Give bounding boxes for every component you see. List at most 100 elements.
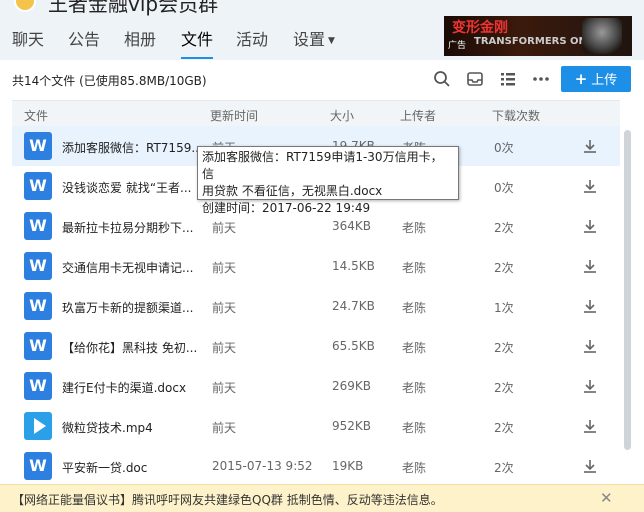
file-downloads: 2次 [494, 221, 514, 235]
file-downloads: 2次 [494, 381, 514, 395]
file-list-scrollbar[interactable] [622, 126, 632, 488]
group-avatar[interactable] [14, 0, 36, 12]
col-uploader[interactable]: 上传者 [400, 107, 436, 124]
file-downloads: 0次 [494, 141, 514, 155]
file-downloads: 2次 [494, 341, 514, 355]
file-size: 19KB [332, 459, 364, 473]
scrollbar-thumb[interactable] [624, 130, 631, 450]
table-row[interactable]: W 建行E付卡的渠道.docx 前天 269KB 老陈 2次 [12, 366, 620, 406]
file-updated: 前天 [212, 381, 237, 395]
video-file-icon [24, 412, 52, 440]
file-updated: 前天 [212, 341, 237, 355]
download-icon[interactable] [582, 338, 598, 354]
list-view-icon[interactable] [497, 68, 519, 90]
file-name[interactable]: 最新拉卡拉易分期秒下... [62, 219, 202, 236]
notice-text[interactable]: 【网络正能量倡议书】腾讯呼吁网友共建绿色QQ群 抵制色情、反动等违法信息。 [12, 491, 443, 508]
table-row[interactable]: W 平安新一贷.doc 2015-07-13 9:52 19KB 老陈 2次 [12, 446, 620, 486]
file-updated: 2015-07-13 9:52 [212, 459, 313, 473]
file-updated: 前天 [212, 301, 237, 315]
file-uploader[interactable]: 老陈 [402, 339, 492, 356]
col-file[interactable]: 文件 [24, 107, 48, 124]
tooltip-created: 创建时间：2017-06-22 19:49 [202, 201, 371, 215]
robot-image [582, 18, 622, 54]
word-file-icon: W [24, 172, 52, 200]
tab-album[interactable]: 相册 [124, 26, 156, 50]
word-file-icon: W [24, 132, 52, 160]
more-icon[interactable] [530, 68, 552, 90]
search-icon[interactable] [431, 68, 453, 90]
file-size: 65.5KB [332, 339, 375, 353]
tab-files[interactable]: 文件 [181, 26, 214, 59]
file-updated: 前天 [212, 221, 237, 235]
file-downloads: 2次 [494, 421, 514, 435]
word-file-icon: W [24, 372, 52, 400]
word-file-icon: W [24, 292, 52, 320]
file-downloads: 2次 [494, 261, 514, 275]
tab-chat[interactable]: 聊天 [12, 26, 44, 50]
group-title-bar: 王者金融vip会员群 [0, 0, 440, 16]
col-size[interactable]: 大小 [330, 107, 354, 124]
notice-bar: 【网络正能量倡议书】腾讯呼吁网友共建绿色QQ群 抵制色情、反动等违法信息。 ✕ [0, 484, 644, 512]
file-uploader[interactable]: 老陈 [402, 219, 492, 236]
storage-summary: 共14个文件 (已使用85.8MB/10GB) [12, 74, 207, 88]
col-downloads[interactable]: 下载次数 [492, 107, 540, 124]
tab-activity[interactable]: 活动 [236, 26, 268, 50]
file-name[interactable]: 建行E付卡的渠道.docx [62, 379, 202, 396]
upload-label: 上传 [591, 73, 618, 88]
ad-badge: 广告 [448, 41, 467, 51]
plus-icon: + [574, 70, 588, 88]
file-name[interactable]: 添加客服微信：RT7159... [62, 139, 202, 156]
file-size: 14.5KB [332, 259, 375, 273]
file-name[interactable]: 【给你花】黑科技 免初... [62, 339, 202, 356]
file-downloads: 0次 [494, 181, 514, 195]
inbox-icon[interactable] [464, 68, 486, 90]
file-uploader[interactable]: 老陈 [402, 379, 492, 396]
caret-down-icon: ▼ [328, 35, 335, 46]
files-panel: 共14个文件 (已使用85.8MB/10GB) + 上传 文件 更新时间 大小 上… [0, 60, 644, 488]
file-size: 952KB [332, 419, 372, 433]
table-row[interactable]: 微粒贷技术.mp4 前天 952KB 老陈 2次 [12, 406, 620, 446]
file-uploader[interactable]: 老陈 [402, 259, 492, 276]
file-name[interactable]: 玖富万卡新的提额渠道... [62, 299, 202, 316]
download-icon[interactable] [582, 178, 598, 194]
tab-announcement[interactable]: 公告 [68, 26, 100, 50]
file-name[interactable]: 微粒贷技术.mp4 [62, 419, 202, 436]
file-size: 364KB [332, 219, 372, 233]
file-tooltip: 添加客服微信：RT7159申请1-30万信用卡，信 用贷款 不看征信，无视黑白.… [197, 146, 459, 215]
file-downloads: 1次 [494, 301, 514, 315]
word-file-icon: W [24, 332, 52, 360]
file-uploader[interactable]: 老陈 [402, 459, 492, 476]
download-icon[interactable] [582, 258, 598, 274]
col-updated[interactable]: 更新时间 [210, 107, 258, 124]
upload-button[interactable]: + 上传 [561, 66, 631, 92]
file-uploader[interactable]: 老陈 [402, 299, 492, 316]
word-file-icon: W [24, 212, 52, 240]
download-icon[interactable] [582, 218, 598, 234]
file-updated: 前天 [212, 261, 237, 275]
tooltip-line-2: 用贷款 不看征信，无视黑白.docx [202, 184, 383, 198]
download-icon[interactable] [582, 138, 598, 154]
tab-settings[interactable]: 设置 ▼ [293, 26, 335, 50]
download-icon[interactable] [582, 378, 598, 394]
file-size: 24.7KB [332, 299, 375, 313]
table-header: 文件 更新时间 大小 上传者 下载次数 [12, 100, 620, 126]
group-name: 王者金融vip会员群 [48, 0, 219, 16]
table-row[interactable]: W 【给你花】黑科技 免初... 前天 65.5KB 老陈 2次 [12, 326, 620, 366]
close-icon[interactable]: ✕ [600, 489, 613, 507]
download-icon[interactable] [582, 458, 598, 474]
file-name[interactable]: 平安新一贷.doc [62, 459, 202, 476]
file-uploader[interactable]: 老陈 [402, 419, 492, 436]
group-tabs: 聊天 公告 相册 文件 活动 设置 ▼ [0, 16, 440, 59]
table-row[interactable]: W 交通信用卡无视申请记... 前天 14.5KB 老陈 2次 [12, 246, 620, 286]
file-name[interactable]: 没钱谈恋爱 就找“王者... [62, 179, 202, 196]
file-name[interactable]: 交通信用卡无视申请记... [62, 259, 202, 276]
download-icon[interactable] [582, 298, 598, 314]
ad-title: 变形金刚 [452, 20, 508, 36]
tooltip-line-1: 添加客服微信：RT7159申请1-30万信用卡，信 [202, 150, 443, 181]
download-icon[interactable] [582, 418, 598, 434]
file-downloads: 2次 [494, 461, 514, 475]
ad-banner[interactable]: 变形金刚 广告 TRANSFORMERS ONLINE [444, 16, 632, 56]
tab-settings-label: 设置 [293, 30, 326, 49]
word-file-icon: W [24, 452, 52, 480]
table-row[interactable]: W 玖富万卡新的提额渠道... 前天 24.7KB 老陈 1次 [12, 286, 620, 326]
